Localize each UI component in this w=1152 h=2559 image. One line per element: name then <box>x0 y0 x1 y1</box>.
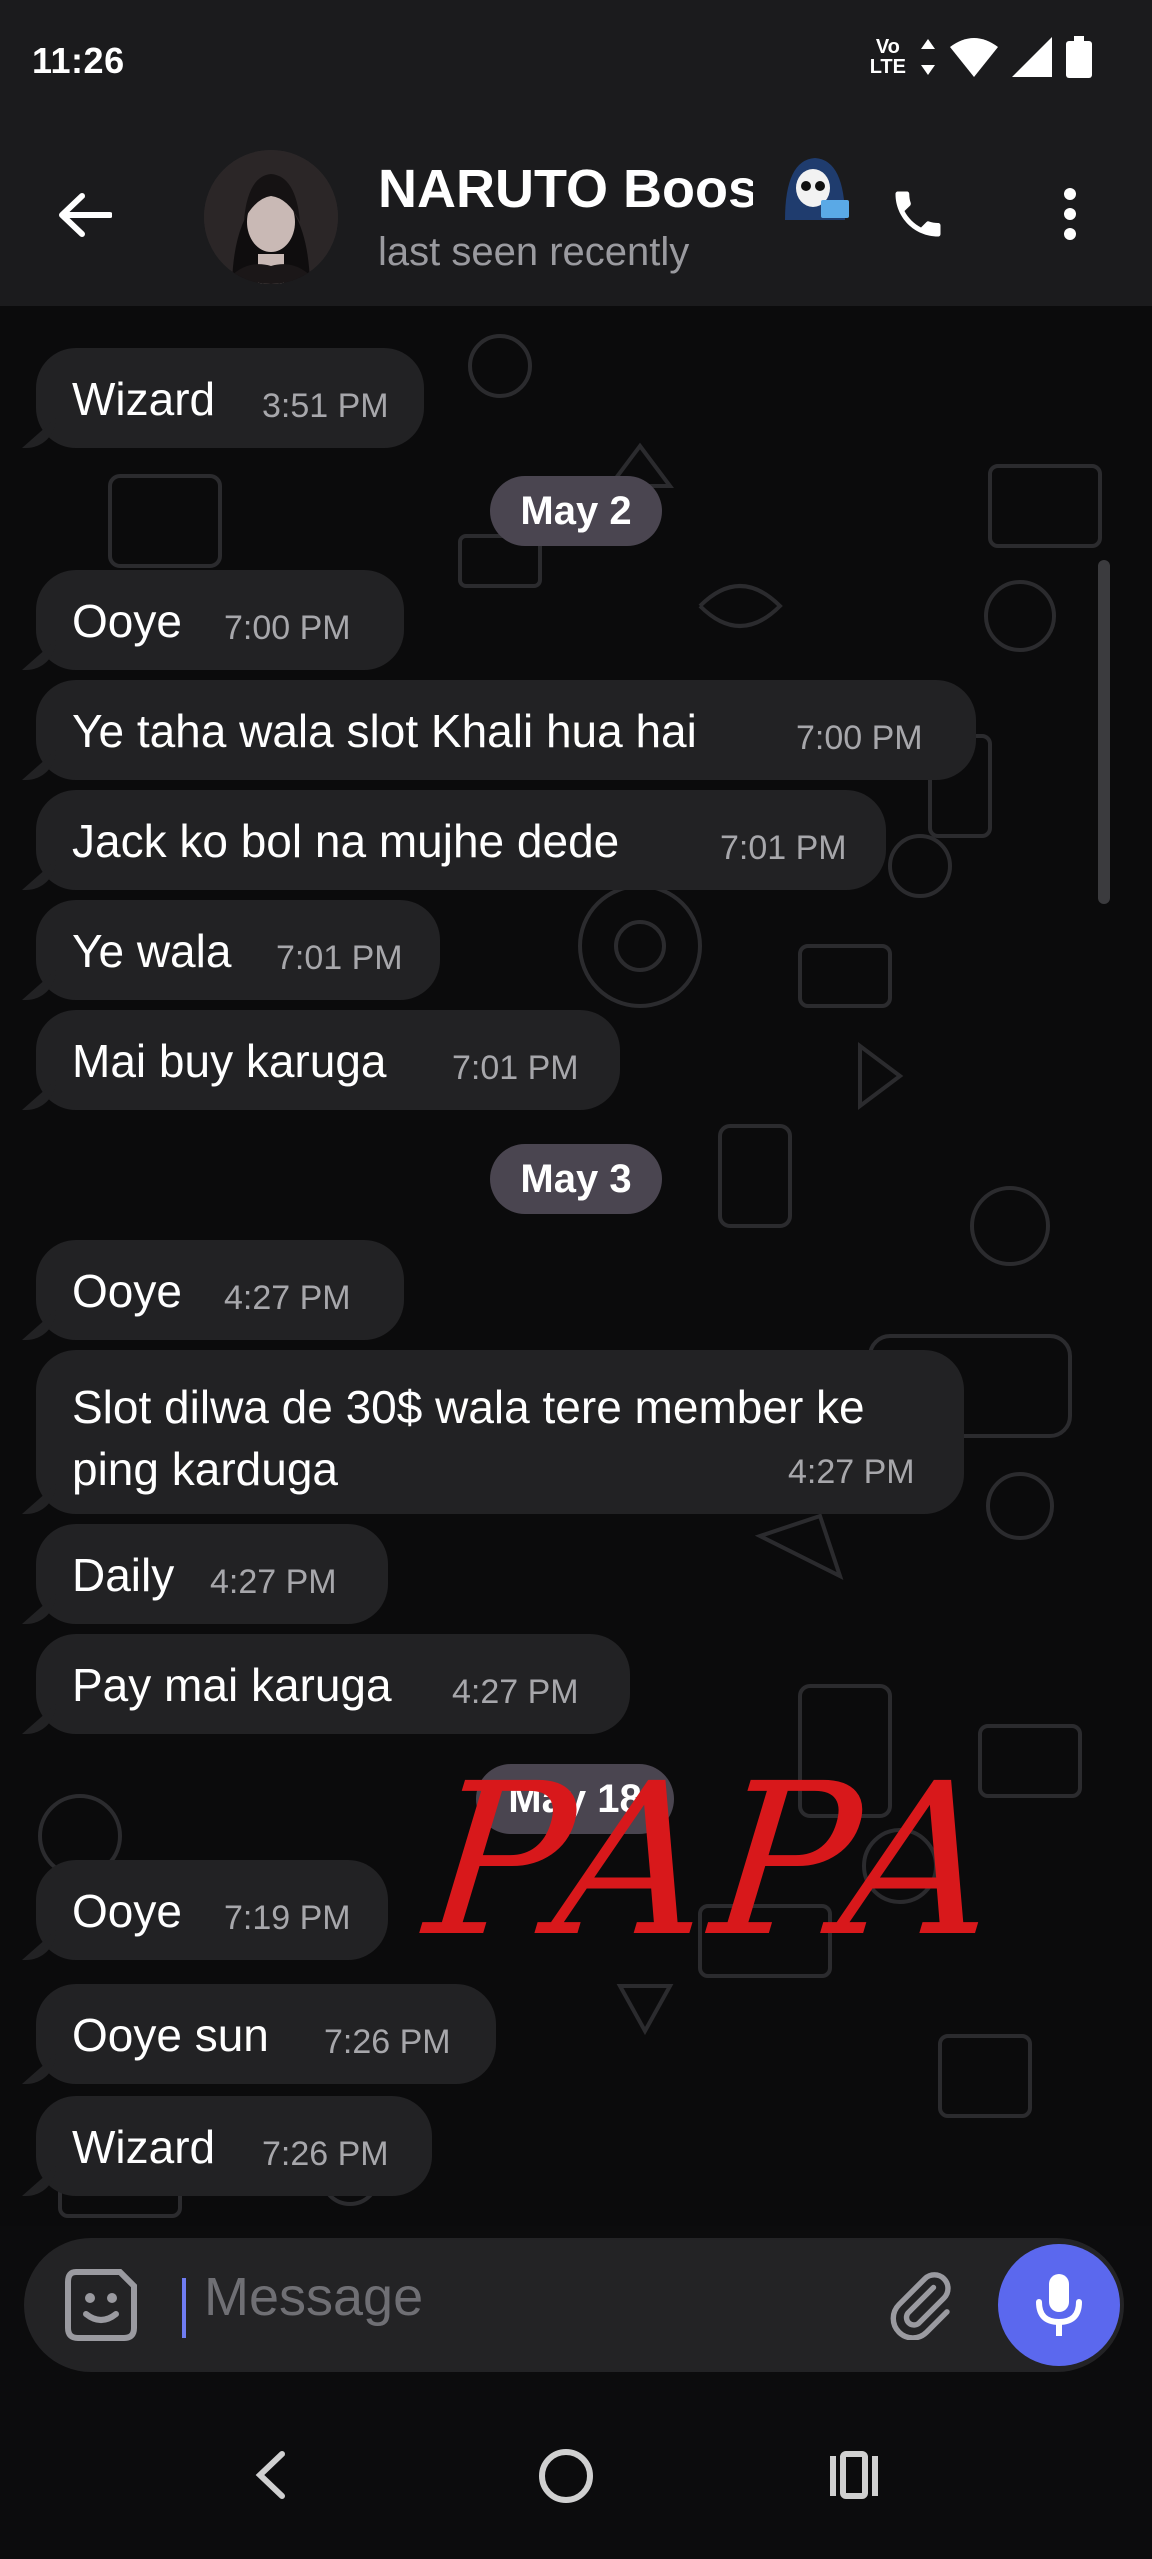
data-arrows-icon <box>921 39 935 75</box>
nav-recents-icon[interactable] <box>826 2450 882 2500</box>
back-arrow-icon[interactable] <box>58 192 112 238</box>
skull-hacker-emoji-icon <box>785 158 849 220</box>
status-icons: Vo LTE <box>870 36 1092 78</box>
message-bubble[interactable]: Slot dilwa de 30$ wala tere member ke pi… <box>36 1350 964 1514</box>
microphone-icon <box>1036 2274 1082 2336</box>
status-time: 11:26 <box>32 40 125 81</box>
message-bubble[interactable]: Ooye sun 7:26 PM <box>36 1984 496 2084</box>
message-bubble[interactable]: Ooye 7:19 PM <box>36 1860 388 1960</box>
phone-icon[interactable] <box>888 184 948 244</box>
date-separator: May 2 <box>490 476 662 546</box>
more-vert-icon[interactable] <box>1060 186 1080 242</box>
message-composer[interactable]: Message <box>24 2238 1124 2372</box>
message-bubble[interactable]: Wizard 3:51 PM <box>36 348 424 448</box>
last-seen-status: last seen recently <box>378 230 690 274</box>
battery-icon <box>1066 36 1092 78</box>
nav-home-icon[interactable] <box>536 2446 596 2506</box>
message-bubble[interactable]: Daily 4:27 PM <box>36 1524 388 1624</box>
voice-record-button[interactable] <box>998 2244 1120 2366</box>
system-nav-bar <box>0 2372 1152 2559</box>
nav-back-icon[interactable] <box>250 2450 290 2500</box>
chat-header: NARUTO Boost last seen recently <box>0 130 1152 306</box>
message-bubble[interactable]: Mai buy karuga 7:01 PM <box>36 1010 620 1110</box>
message-bubble[interactable]: Wizard 7:26 PM <box>36 2096 432 2196</box>
avatar[interactable] <box>204 150 338 284</box>
message-bubble[interactable]: Ooye 7:00 PM <box>36 570 404 670</box>
message-bubble[interactable]: Ooye 4:27 PM <box>36 1240 404 1340</box>
message-bubble[interactable]: Jack ko bol na mujhe dede 7:01 PM <box>36 790 886 890</box>
paperclip-icon[interactable] <box>884 2268 956 2340</box>
volte-indicator: Vo LTE <box>869 36 906 78</box>
signal-icon <box>1012 37 1052 77</box>
sticker-icon[interactable] <box>62 2266 140 2344</box>
message-bubble[interactable]: Pay mai karuga 4:27 PM <box>36 1634 630 1734</box>
handwritten-overlay: PAPA <box>417 1738 1015 1983</box>
chat-scrollbar[interactable] <box>1098 560 1110 904</box>
date-separator: May 3 <box>490 1144 662 1214</box>
text-cursor <box>182 2278 186 2338</box>
message-input[interactable]: Message <box>204 2266 423 2328</box>
wifi-icon <box>950 38 998 77</box>
message-bubble[interactable]: Ye taha wala slot Khali hua hai 7:00 PM <box>36 680 976 780</box>
status-bar: 11:26 Vo LTE <box>0 0 1152 130</box>
avatar-image <box>204 150 338 284</box>
message-bubble[interactable]: Ye wala 7:01 PM <box>36 900 440 1000</box>
chat-title[interactable]: NARUTO Boost <box>378 158 753 220</box>
